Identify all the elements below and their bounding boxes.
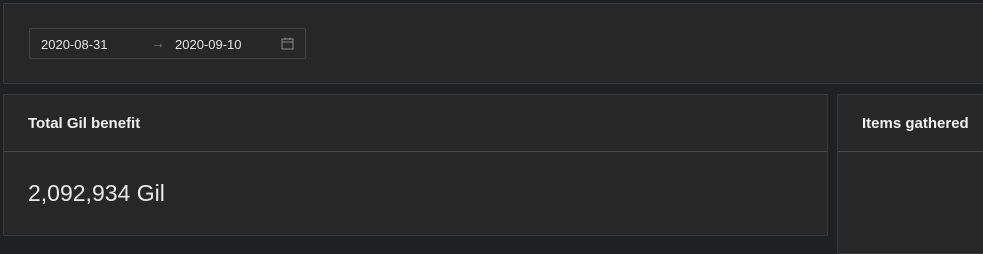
items-gathered-card: Items gathered: [837, 94, 983, 254]
filter-card: 2020-08-31 → 2020-09-10: [3, 3, 983, 84]
items-card-title: Items gathered: [838, 95, 983, 152]
gil-benefit-card: Total Gil benefit 2,092,934 Gil: [3, 94, 828, 236]
end-date-input[interactable]: 2020-09-10: [175, 37, 242, 52]
gil-benefit-value: 2,092,934 Gil: [28, 180, 165, 206]
gil-card-title: Total Gil benefit: [4, 95, 827, 152]
calendar-icon[interactable]: [281, 37, 294, 50]
start-date-input[interactable]: 2020-08-31: [41, 37, 108, 52]
date-range-picker[interactable]: 2020-08-31 → 2020-09-10: [29, 28, 306, 59]
range-separator-icon: →: [151, 35, 165, 51]
